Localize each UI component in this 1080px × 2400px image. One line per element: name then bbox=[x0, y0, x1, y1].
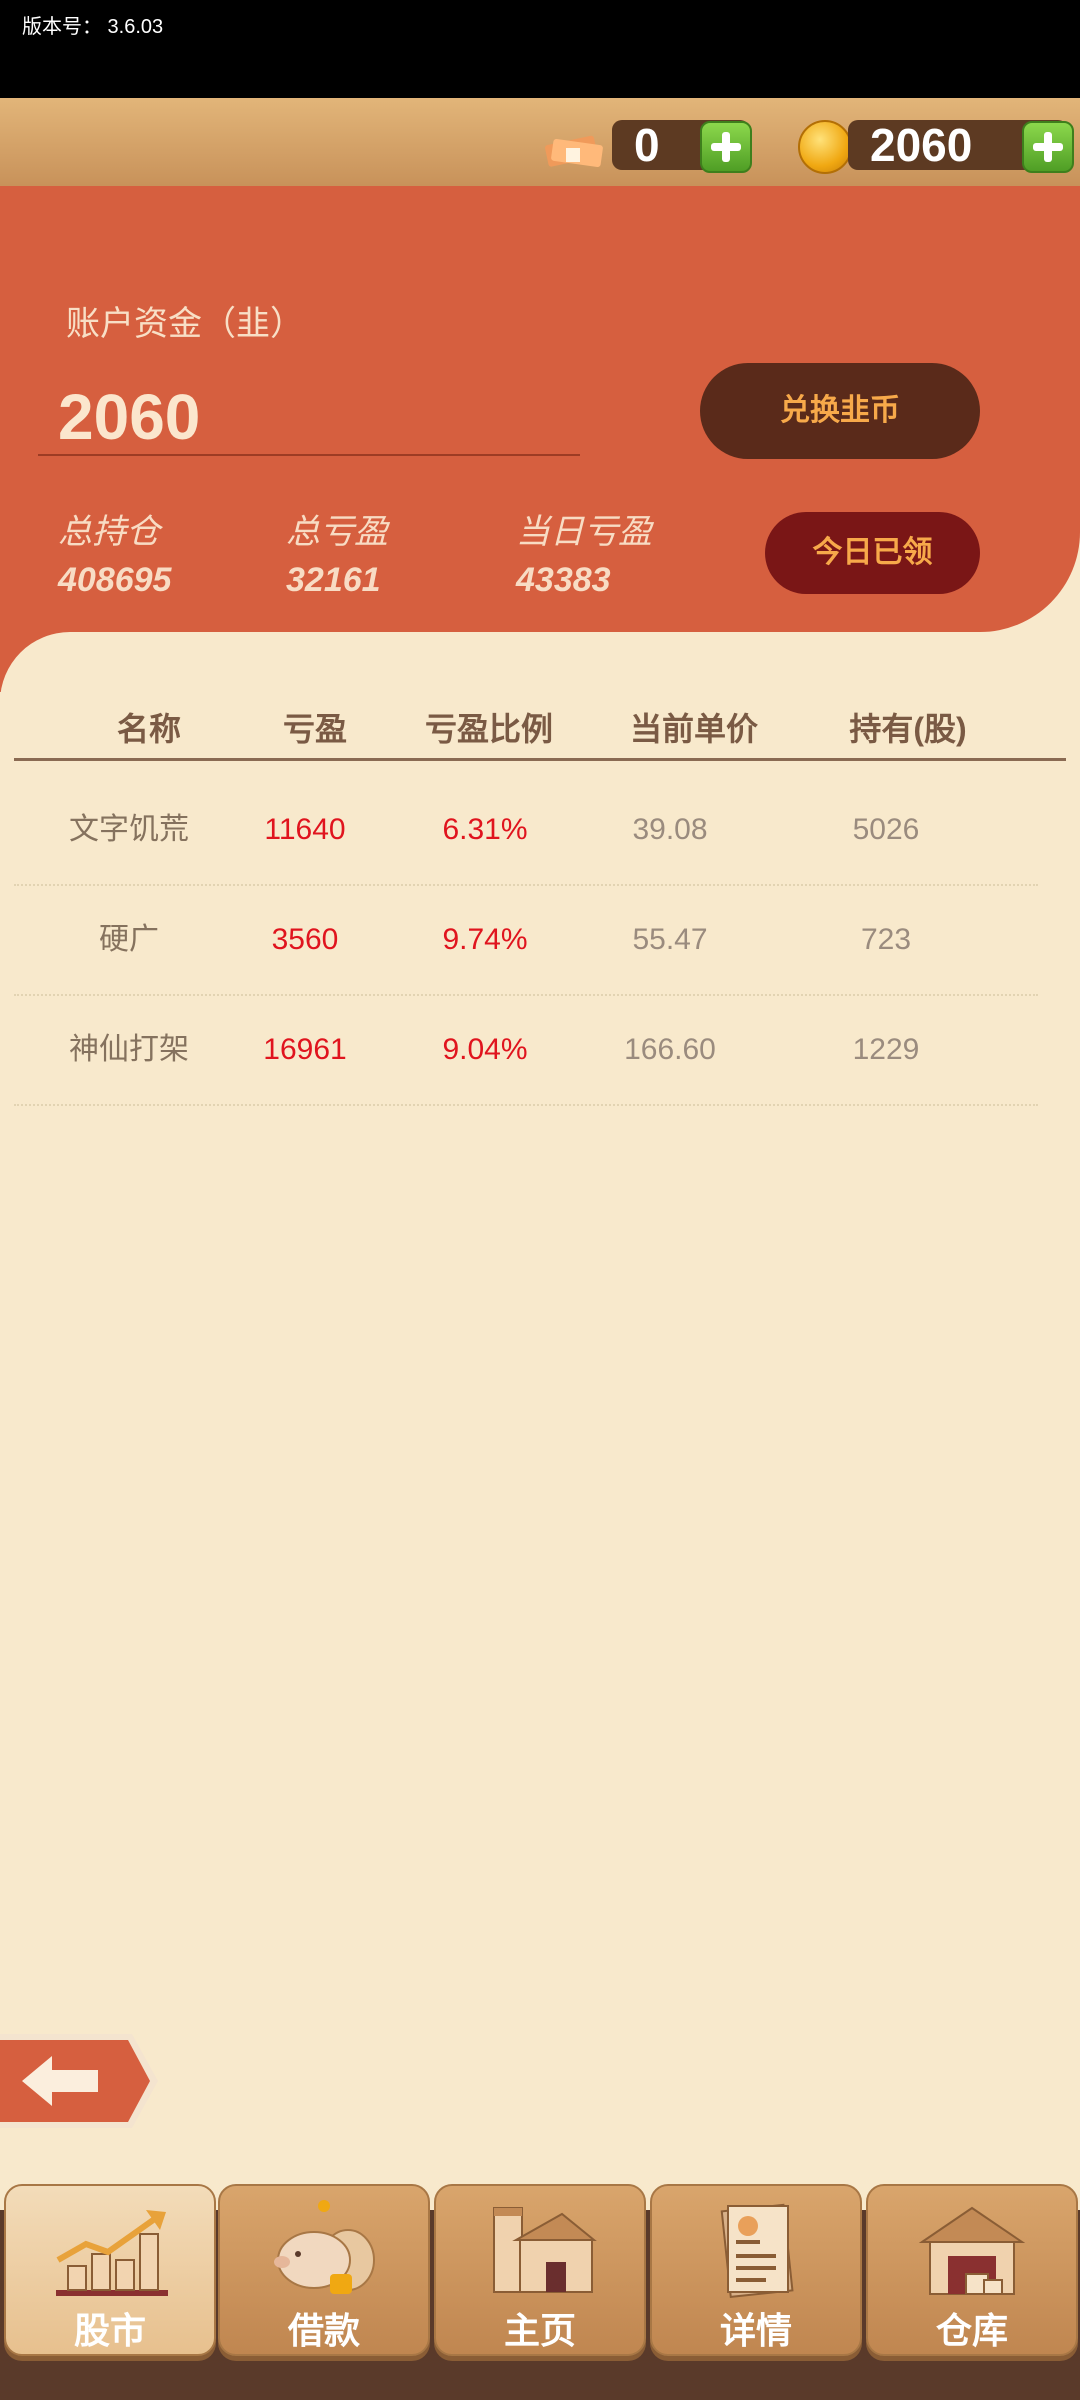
stock-pnl: 16961 bbox=[263, 1033, 347, 1066]
nav-label: 借款 bbox=[287, 2310, 360, 2351]
warehouse-icon bbox=[918, 2206, 1026, 2295]
column-header-holding: 持有(股) bbox=[849, 711, 967, 747]
column-header-name: 名称 bbox=[116, 711, 181, 747]
stock-name: 神仙打架 bbox=[69, 1033, 189, 1066]
nav-label: 股市 bbox=[73, 2310, 146, 2351]
stock-name: 文字饥荒 bbox=[69, 813, 189, 846]
nav-label: 主页 bbox=[503, 2310, 576, 2351]
stat-value: 408695 bbox=[58, 561, 172, 599]
nav-item-loan[interactable]: 借款 bbox=[218, 2184, 430, 2356]
coin-value: 2060 bbox=[870, 119, 973, 171]
table-row[interactable]: 神仙打架 16961 9.04% 166.60 1229 bbox=[14, 996, 1038, 1106]
add-cash-button[interactable] bbox=[700, 121, 752, 173]
status-bar: 版本号： 3.6.03 bbox=[0, 0, 1080, 98]
stock-pnl: 3560 bbox=[271, 923, 339, 956]
stock-price: 166.60 bbox=[624, 1033, 716, 1066]
stock-chart-icon bbox=[56, 2210, 168, 2296]
stock-holding: 1229 bbox=[852, 1033, 920, 1066]
account-funds-label: 账户资金（韭） bbox=[66, 305, 304, 343]
table-header: 名称 亏盈 亏盈比例 当前单价 持有(股) bbox=[14, 700, 1066, 761]
column-header-price: 当前单价 bbox=[629, 711, 758, 747]
stock-name: 硬广 bbox=[99, 923, 159, 956]
stock-price: 55.47 bbox=[632, 923, 708, 956]
nav-item-details[interactable]: 详情 bbox=[650, 2184, 862, 2356]
cash-value: 0 bbox=[634, 119, 660, 171]
coin-icon bbox=[798, 120, 852, 174]
table-row[interactable]: 硬广 3560 9.74% 55.47 723 bbox=[14, 886, 1038, 996]
stock-holding: 723 bbox=[860, 923, 912, 956]
add-coin-button[interactable] bbox=[1022, 121, 1074, 173]
stat-label: 总持仓 bbox=[58, 513, 160, 551]
profile-document-icon bbox=[720, 2203, 794, 2298]
stat-daily-pnl: 当日亏盈 43383 bbox=[516, 504, 652, 600]
daily-claimed-button[interactable]: 今日已领 bbox=[765, 512, 980, 594]
stock-pnl-ratio: 9.04% bbox=[442, 1033, 528, 1066]
piggy-bank-icon bbox=[274, 2200, 375, 2294]
stock-pnl-ratio: 9.74% bbox=[442, 923, 528, 956]
stock-price: 39.08 bbox=[632, 813, 708, 846]
panel-curve bbox=[0, 632, 140, 752]
stat-label: 当日亏盈 bbox=[516, 513, 652, 551]
stat-value: 43383 bbox=[516, 561, 611, 599]
nav-item-home[interactable]: 主页 bbox=[434, 2184, 646, 2356]
nav-item-warehouse[interactable]: 仓库 bbox=[866, 2184, 1078, 2356]
nav-label: 仓库 bbox=[935, 2310, 1008, 2351]
version-text: 版本号： 3.6.03 bbox=[22, 16, 164, 38]
stat-value: 32161 bbox=[286, 561, 381, 599]
stat-total-pnl: 总亏盈 32161 bbox=[286, 504, 388, 600]
column-header-pnl-ratio: 亏盈比例 bbox=[424, 711, 553, 747]
nav-label: 详情 bbox=[719, 2310, 792, 2351]
cash-icon bbox=[545, 135, 603, 167]
stock-pnl-ratio: 6.31% bbox=[442, 813, 528, 846]
table-row[interactable]: 文字饥荒 11640 6.31% 39.08 5026 bbox=[14, 776, 1038, 886]
stock-pnl: 11640 bbox=[264, 813, 346, 846]
account-funds-value: 2060 bbox=[58, 381, 201, 453]
stat-total-position: 总持仓 408695 bbox=[58, 504, 171, 600]
home-icon bbox=[493, 2207, 597, 2293]
stat-label: 总亏盈 bbox=[286, 513, 388, 551]
account-underline bbox=[38, 454, 580, 456]
column-header-pnl: 亏盈 bbox=[282, 711, 347, 747]
back-button[interactable] bbox=[0, 2028, 160, 2134]
stock-holding: 5026 bbox=[852, 813, 920, 846]
nav-item-stock-market[interactable]: 股市 bbox=[4, 2184, 216, 2356]
exchange-button[interactable]: 兑换韭币 bbox=[700, 363, 980, 459]
